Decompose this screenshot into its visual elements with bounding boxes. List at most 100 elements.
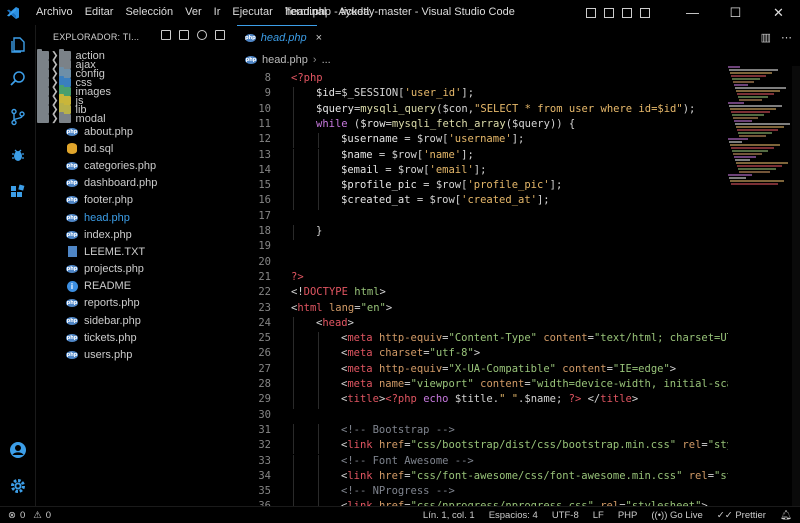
indent-guide (293, 163, 294, 180)
toggle-sidebar-icon[interactable] (586, 7, 596, 18)
minimap-line (738, 132, 772, 134)
code-line: <meta http-equiv="X-UA-Compatible" conte… (341, 363, 676, 375)
indent-guide (318, 485, 319, 501)
indent-guide (318, 378, 319, 394)
code-token: link (347, 469, 373, 482)
code-token: meta (347, 347, 373, 360)
menu-item-3[interactable]: Ver (179, 0, 208, 25)
database-file-icon (65, 143, 79, 155)
minimap-line (736, 90, 780, 92)
menu-item-4[interactable]: Ir (208, 0, 227, 25)
file-item[interactable]: php projects.php (37, 261, 235, 278)
customize-layout-icon[interactable] (640, 7, 650, 18)
collapse-all-icon[interactable] (215, 30, 225, 40)
toggle-secondary-sidebar-icon[interactable] (622, 7, 632, 18)
settings-gear-icon[interactable] (0, 471, 36, 501)
menu-item-7[interactable]: Ayuda (332, 0, 375, 25)
chevron-right-icon[interactable]: ❯ (51, 113, 59, 124)
minimap-line (734, 156, 756, 158)
tree-item-label: modal (75, 112, 106, 125)
code-line: <link href="css/bootstrap/dist/css/boots… (341, 439, 728, 451)
file-item[interactable]: php users.php (37, 346, 235, 363)
explorer-icon[interactable] (0, 30, 36, 60)
indent-guide (293, 225, 294, 241)
file-item[interactable]: bd.sql (37, 140, 235, 157)
code-token: > (379, 286, 386, 299)
tree-item-label: LEEME.TXT (84, 245, 146, 258)
account-icon[interactable] (0, 435, 36, 465)
code-token: $row (360, 117, 386, 130)
maximize-button[interactable]: ☐ (714, 0, 757, 25)
breadcrumb-symbol[interactable]: ... (322, 54, 331, 66)
new-folder-icon[interactable] (179, 30, 189, 40)
error-icon[interactable]: ⊗ (8, 510, 16, 521)
code-token: 'username' (448, 133, 512, 146)
indentation[interactable]: Espacios: 4 (489, 510, 538, 521)
file-item[interactable]: php head.php (37, 209, 235, 226)
more-actions-icon[interactable]: ⋯ (781, 31, 792, 44)
file-item[interactable]: php dashboard.php (37, 175, 235, 192)
code-token: content (562, 362, 607, 375)
code-token: mysqli_fetch_array (391, 117, 506, 130)
code-token: = $row[ (410, 194, 462, 207)
split-editor-icon[interactable]: ▥ (761, 31, 771, 44)
menu-item-2[interactable]: Selección (119, 0, 179, 25)
new-file-icon[interactable] (161, 30, 171, 40)
line-number: 26 (258, 347, 271, 360)
go-live-button[interactable]: ((•)) Go Live (651, 510, 702, 521)
file-item[interactable]: php sidebar.php (37, 312, 235, 329)
indent-guide (293, 485, 294, 501)
vertical-scrollbar[interactable] (792, 66, 800, 506)
cursor-position[interactable]: Lín. 1, col. 1 (423, 510, 475, 521)
menu-item-0[interactable]: Archivo (30, 0, 79, 25)
code-line: <html lang="en"> (291, 302, 392, 314)
warning-count[interactable]: 0 (46, 510, 51, 521)
error-count[interactable]: 0 (20, 510, 25, 521)
warning-icon[interactable]: ⚠ (33, 510, 42, 521)
tab-head-php[interactable]: php head.php × (237, 25, 322, 49)
run-debug-icon[interactable] (0, 140, 36, 170)
search-icon[interactable] (0, 64, 36, 94)
file-item[interactable]: LEEME.TXT (37, 243, 235, 260)
source-control-icon[interactable] (0, 102, 36, 132)
menu-item-1[interactable]: Editar (79, 0, 120, 25)
minimap[interactable] (728, 66, 792, 196)
menu-item-5[interactable]: Ejecutar (226, 0, 278, 25)
toggle-panel-icon[interactable] (604, 7, 614, 18)
code-line: $email = $row['email']; (341, 164, 486, 176)
refresh-icon[interactable] (197, 30, 207, 40)
minimize-button[interactable]: — (671, 0, 714, 25)
code-token: ( (347, 117, 361, 130)
file-item[interactable]: i README (37, 278, 235, 295)
file-item[interactable]: php index.php (37, 226, 235, 243)
folder-item[interactable]: ❯ modal (37, 112, 106, 125)
code-line: ?> (291, 271, 304, 283)
language-mode[interactable]: PHP (618, 510, 638, 521)
indent-guide (293, 362, 294, 378)
file-item[interactable]: php footer.php (37, 192, 235, 209)
minimap-line (733, 153, 762, 155)
file-item[interactable]: php reports.php (37, 295, 235, 312)
extensions-icon[interactable] (0, 178, 36, 208)
code-token: ); (682, 102, 696, 115)
close-button[interactable]: ✕ (757, 0, 800, 25)
code-editor[interactable]: 8 <?php 9 $id=$_SESSION['user_id']; 10 $query… (235, 72, 728, 506)
file-item[interactable]: php categories.php (37, 157, 235, 174)
code-line: <!-- Bootstrap --> (341, 424, 455, 436)
breadcrumb-file[interactable]: head.php (262, 54, 308, 66)
menu-item-6[interactable]: Terminal (279, 0, 333, 25)
line-number: 28 (258, 378, 271, 390)
code-token: 'name' (423, 148, 462, 161)
line-number: 14 (258, 163, 271, 176)
close-tab-icon[interactable]: × (316, 32, 322, 44)
prettier-button[interactable]: ✓✓ Prettier (717, 510, 766, 521)
encoding[interactable]: UTF-8 (552, 510, 579, 521)
file-item[interactable]: php tickets.php (37, 329, 235, 346)
file-item[interactable]: php about.php (37, 123, 235, 140)
minimap-line (728, 66, 740, 68)
line-ending[interactable]: LF (593, 510, 604, 521)
code-token: = $row[ (416, 179, 468, 192)
notifications-bell-icon[interactable]: 🔔︎ (780, 510, 792, 521)
line-number: 35 (258, 485, 271, 498)
code-token: meta (347, 332, 373, 345)
